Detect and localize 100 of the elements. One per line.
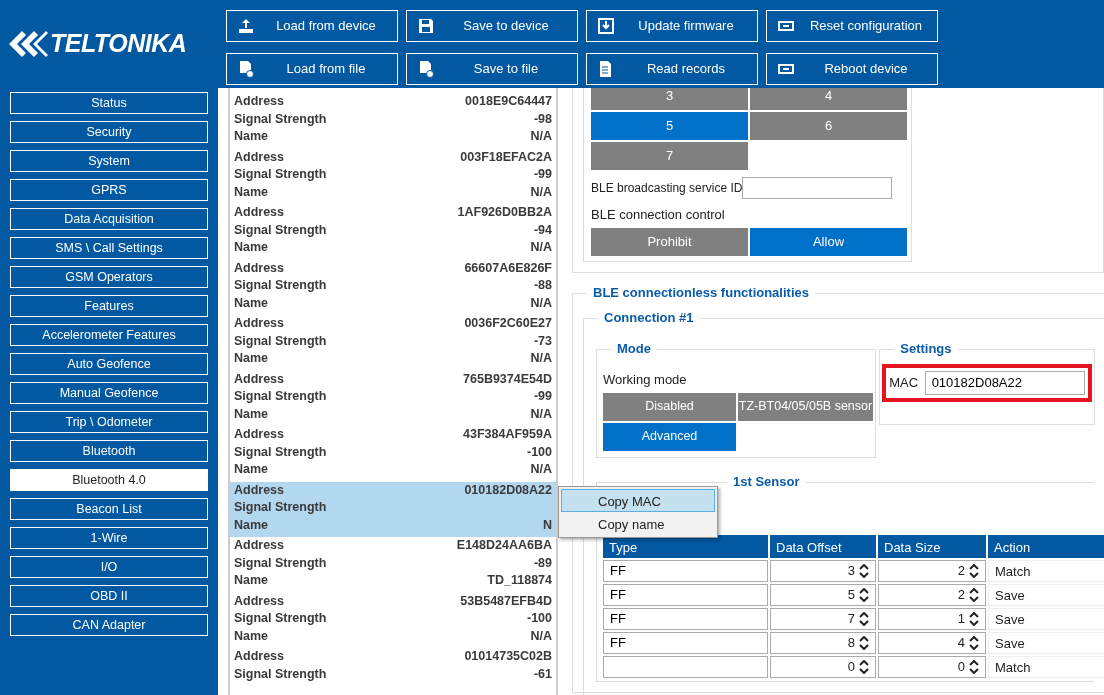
- sidebar-item[interactable]: Beacon List: [10, 498, 208, 520]
- sidebar-item[interactable]: Auto Geofence: [10, 353, 208, 375]
- number-field[interactable]: 5: [770, 583, 876, 606]
- sidebar-item[interactable]: Status: [10, 92, 208, 114]
- menu-item[interactable]: Copy name: [561, 512, 715, 535]
- field-value: 003F18EFAC2A: [460, 148, 552, 166]
- mac-field[interactable]: 010182D08A22: [924, 370, 1085, 395]
- text-field[interactable]: FF: [603, 631, 768, 654]
- device-row[interactable]: Address 01014735C02B Signal Strength -61: [230, 648, 556, 686]
- spinner-icon: [969, 563, 979, 578]
- device-row[interactable]: Address 010182D08A22 Signal Strength Name N: [230, 481, 556, 537]
- number-button[interactable]: 5: [591, 112, 748, 140]
- field-value: N/A: [530, 183, 552, 201]
- number-button[interactable]: 6: [750, 112, 907, 140]
- sidebar-item[interactable]: CAN Adapter: [10, 614, 208, 636]
- sidebar-item[interactable]: Trip \ Odometer: [10, 411, 208, 433]
- dropdown-field[interactable]: Save: [988, 583, 1104, 606]
- field-value: N/A: [530, 350, 552, 367]
- field-label: Signal Strength: [234, 388, 327, 405]
- sidebar-item[interactable]: Security: [10, 121, 208, 143]
- field-value: -61: [533, 665, 552, 683]
- sidebar-item[interactable]: Manual Geofence: [10, 382, 208, 404]
- device-row[interactable]: Address 53B5487EFB4D Signal Strength -100 Name N/A: [230, 592, 556, 648]
- dropdown-field[interactable]: Match: [988, 559, 1104, 582]
- dropdown-field[interactable]: Match: [988, 655, 1104, 678]
- field-label: Name: [234, 239, 269, 256]
- spinner-icon: [969, 659, 979, 674]
- option-button[interactable]: Disabled: [603, 392, 736, 421]
- field-label: BLE broadcasting service ID: [591, 179, 743, 197]
- toolbar-button[interactable]: Load from device: [226, 10, 398, 42]
- option-button[interactable]: TZ-BT04/05/05B sensor: [738, 392, 873, 421]
- sidebar-item[interactable]: 1-Wire: [10, 527, 208, 549]
- device-row[interactable]: Address E148D24AA6BA Signal Strength -89 Name TD_118874: [230, 537, 556, 593]
- device-row[interactable]: Address 0036F2C60E27 Signal Strength -73 Name N/A: [230, 315, 556, 371]
- toolbar-button[interactable]: Update firmware: [586, 10, 758, 42]
- number-button[interactable]: 3: [591, 88, 748, 110]
- device-row[interactable]: Address 0018E9C64447 Signal Strength -98 Name N/A: [230, 93, 556, 149]
- dropdown-field[interactable]: Save: [988, 607, 1104, 630]
- toolbar-button[interactable]: Read records: [586, 53, 758, 85]
- sidebar-item[interactable]: Features: [10, 295, 208, 317]
- number-field[interactable]: 2: [878, 559, 986, 582]
- text-field[interactable]: [603, 655, 768, 678]
- text-field[interactable]: [742, 176, 893, 199]
- sidebar-item[interactable]: Data Acquisition: [10, 208, 208, 230]
- number-field[interactable]: 4: [878, 631, 986, 654]
- text-field[interactable]: FF: [603, 607, 768, 630]
- field-label: Signal Strength: [234, 665, 327, 683]
- sidebar-item[interactable]: OBD II: [10, 585, 208, 607]
- field-label: Address: [234, 259, 285, 277]
- device-row[interactable]: Address 1AF926D0BB2A Signal Strength -94 Name N/A: [230, 204, 556, 260]
- option-button[interactable]: Allow: [750, 227, 907, 256]
- toolbar-button[interactable]: Load from file: [226, 53, 398, 85]
- field-label: Address: [234, 537, 285, 554]
- field-value: N/A: [530, 405, 552, 423]
- sidebar-item[interactable]: System: [10, 150, 208, 172]
- field-value: -100: [526, 443, 552, 461]
- device-row[interactable]: Address 003F18EFAC2A Signal Strength -99 Name N/A: [230, 148, 556, 204]
- menu-item[interactable]: Copy MAC: [561, 489, 715, 512]
- dropdown-field[interactable]: Save: [988, 631, 1104, 654]
- device-row[interactable]: Address 43F384AF959A Signal Strength -100 Name N/A: [230, 426, 556, 482]
- device-row[interactable]: Address 66607A6E826F Signal Strength -88 Name N/A: [230, 259, 556, 315]
- number-field[interactable]: 0: [770, 655, 876, 678]
- field-value: -99: [533, 166, 552, 183]
- field-label: Signal Strength: [234, 332, 327, 350]
- field-label: Address: [234, 315, 285, 332]
- field-label: Signal Strength: [234, 610, 327, 627]
- field-value: N/A: [530, 294, 552, 312]
- sidebar-item[interactable]: Bluetooth 4.0: [10, 469, 208, 491]
- spinner-icon: [859, 659, 869, 674]
- text-field[interactable]: FF: [603, 559, 768, 582]
- field-label: Signal Strength: [234, 166, 327, 183]
- field-label: Signal Strength: [234, 221, 327, 239]
- number-button[interactable]: 7: [591, 142, 748, 170]
- spinner-icon: [969, 635, 979, 650]
- toolbar-button[interactable]: Reboot device: [766, 53, 938, 85]
- device-row[interactable]: Address 765B9374E54D Signal Strength -99 Name N/A: [230, 370, 556, 426]
- field-value: N/A: [530, 128, 552, 145]
- field-value: -100: [526, 610, 552, 627]
- toolbar-button[interactable]: Save to device: [406, 10, 578, 42]
- sidebar-item[interactable]: GSM Operators: [10, 266, 208, 288]
- number-field[interactable]: 1: [878, 607, 986, 630]
- number-field[interactable]: 8: [770, 631, 876, 654]
- number-field[interactable]: 2: [878, 583, 986, 606]
- toolbar-button[interactable]: Reset configuration: [766, 10, 938, 42]
- toolbar-button[interactable]: Save to file: [406, 53, 578, 85]
- number-field[interactable]: 7: [770, 607, 876, 630]
- sidebar-item[interactable]: I/O: [10, 556, 208, 578]
- text-field[interactable]: FF: [603, 583, 768, 606]
- number-field[interactable]: 0: [878, 655, 986, 678]
- number-field[interactable]: 3: [770, 559, 876, 582]
- option-button[interactable]: Advanced: [603, 422, 736, 451]
- option-button[interactable]: Prohibit: [591, 227, 748, 256]
- sidebar-item[interactable]: SMS \ Call Settings: [10, 237, 208, 259]
- spinner-icon: [969, 587, 979, 602]
- sidebar-item[interactable]: GPRS: [10, 179, 208, 201]
- field-label: Name: [234, 572, 269, 589]
- file-icon: [237, 60, 255, 78]
- sidebar-item[interactable]: Bluetooth: [10, 440, 208, 462]
- sidebar-item[interactable]: Accelerometer Features: [10, 324, 208, 346]
- number-button[interactable]: 4: [750, 88, 907, 110]
